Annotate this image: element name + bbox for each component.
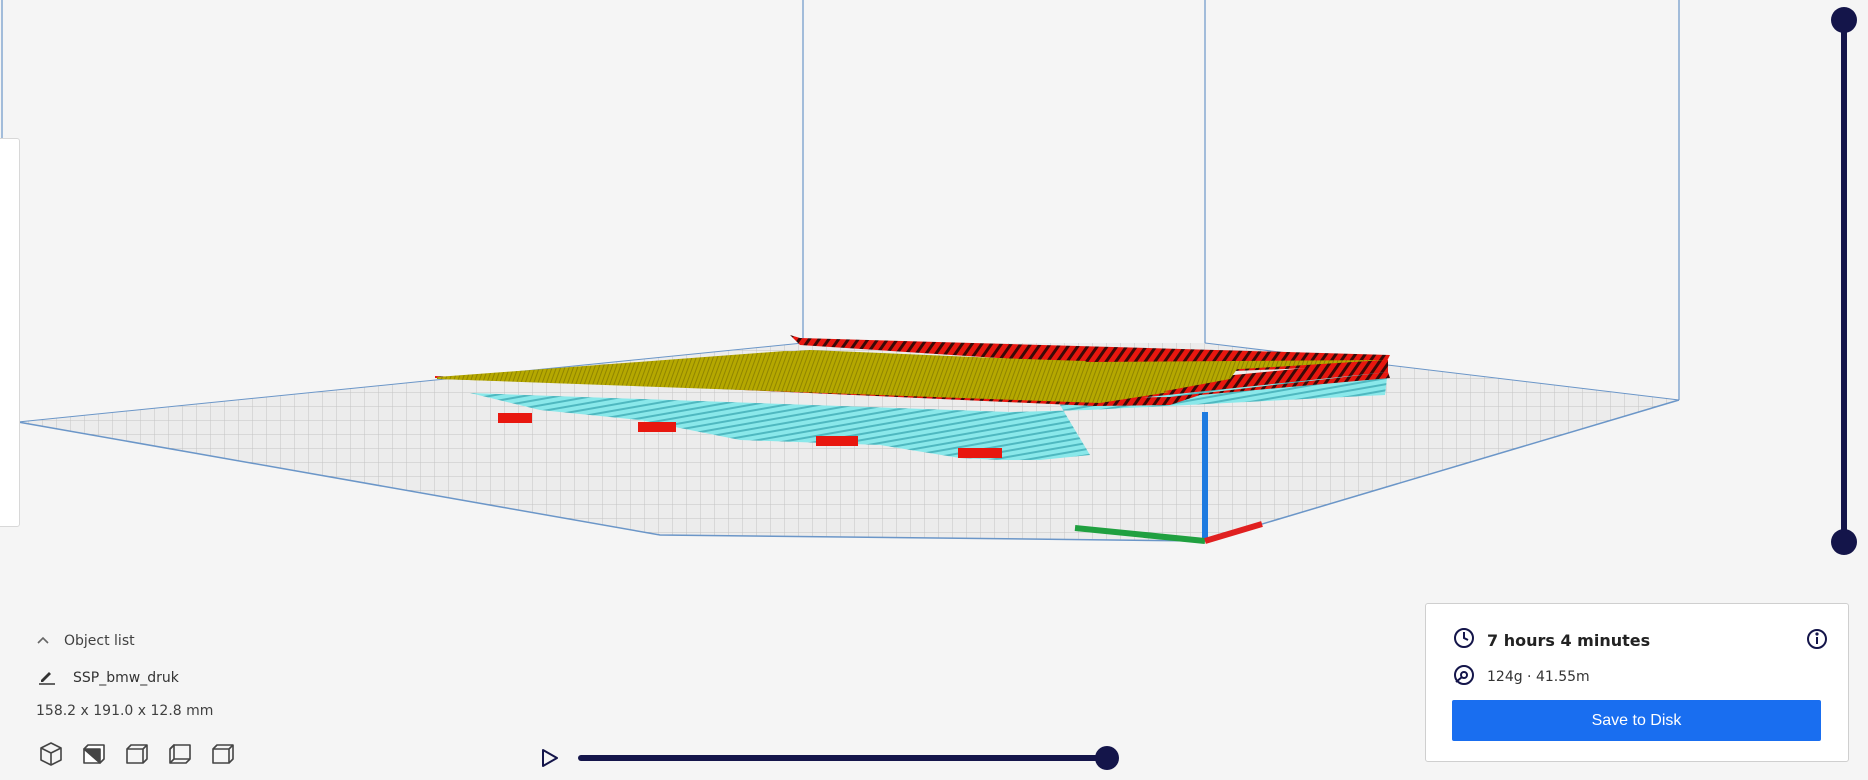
layer-slider-bottom-handle[interactable] (1831, 529, 1857, 555)
pencil-icon[interactable] (38, 667, 56, 689)
simulation-slider-handle[interactable] (1095, 746, 1119, 770)
object-name: SSP_bmw_druk (73, 670, 179, 686)
layer-slider-track[interactable] (1841, 18, 1847, 542)
object-list-toggle[interactable]: Object list (36, 632, 135, 650)
view-3d-button[interactable] (37, 740, 65, 768)
left-side-panel (0, 138, 20, 527)
view-front-button[interactable] (80, 740, 108, 768)
save-to-disk-button[interactable]: Save to Disk (1452, 700, 1821, 741)
camera-view-buttons (37, 740, 237, 768)
simulation-slider-track[interactable] (578, 755, 1106, 761)
view-right-button[interactable] (209, 740, 237, 768)
support-foot (638, 422, 676, 432)
print-info-panel: 7 hours 4 minutes 124g · 41.55m Save to … (1425, 603, 1849, 762)
print-time-row: 7 hours 4 minutes (1453, 627, 1650, 653)
support-foot (958, 448, 1002, 458)
material-usage-row: 124g · 41.55m (1453, 664, 1590, 690)
object-dimensions: 158.2 x 191.0 x 12.8 mm (36, 703, 214, 719)
support-foot (498, 413, 532, 423)
play-icon[interactable] (539, 747, 561, 769)
view-top-button[interactable] (123, 740, 151, 768)
object-list-label: Object list (64, 633, 135, 649)
info-icon[interactable] (1806, 628, 1828, 650)
support-foot (816, 436, 858, 446)
view-left-button[interactable] (166, 740, 194, 768)
layer-slider-top-handle[interactable] (1831, 7, 1857, 33)
spool-icon (1453, 664, 1475, 690)
chevron-up-icon (36, 633, 50, 649)
object-list-item[interactable]: SSP_bmw_druk (38, 668, 179, 688)
material-usage: 124g · 41.55m (1487, 669, 1590, 685)
clock-icon (1453, 627, 1475, 653)
print-time: 7 hours 4 minutes (1487, 630, 1651, 650)
